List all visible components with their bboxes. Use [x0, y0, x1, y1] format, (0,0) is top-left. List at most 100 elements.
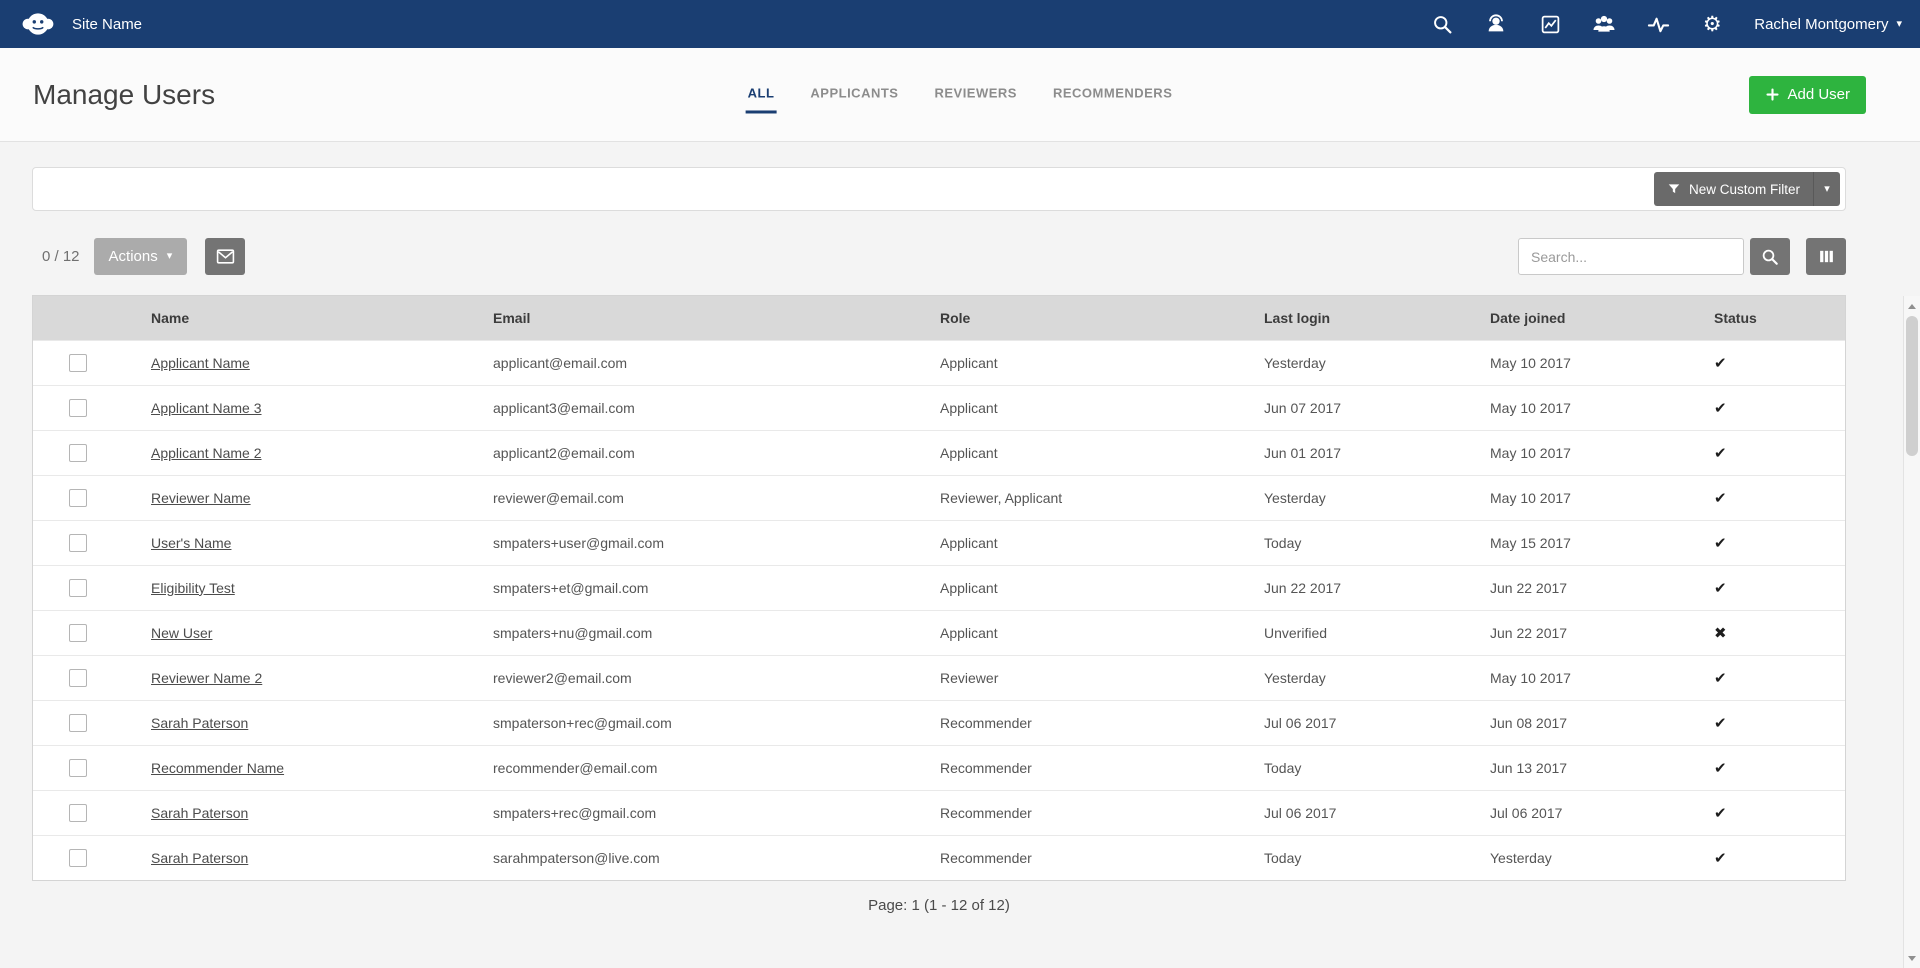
reports-icon[interactable]: [1538, 12, 1562, 36]
row-checkbox[interactable]: [69, 758, 87, 777]
table-row: Applicant Name 2 applicant2@email.com Ap…: [33, 430, 1845, 475]
row-checkbox[interactable]: [69, 803, 87, 822]
selection-count: 0 / 12: [42, 248, 80, 265]
row-checkbox[interactable]: [69, 668, 87, 687]
table-row: Applicant Name applicant@email.com Appli…: [33, 340, 1845, 385]
status-check-icon: ✔: [1714, 444, 1727, 462]
table-row: Sarah Paterson sarahmpaterson@live.com R…: [33, 835, 1845, 880]
search-button[interactable]: [1750, 238, 1790, 275]
last-login-cell: Jun 22 2017: [1264, 579, 1342, 596]
row-checkbox[interactable]: [69, 578, 87, 597]
scroll-up-arrow[interactable]: [1904, 298, 1920, 314]
date-joined-cell: May 15 2017: [1490, 534, 1571, 551]
select-all-header: [33, 296, 151, 340]
actions-button[interactable]: Actions ▾: [93, 238, 188, 275]
row-checkbox[interactable]: [69, 713, 87, 732]
vertical-scrollbar[interactable]: [1903, 296, 1920, 968]
date-joined-cell: May 10 2017: [1490, 669, 1571, 686]
role-cell: Reviewer: [940, 669, 999, 686]
row-checkbox[interactable]: [69, 623, 87, 642]
column-header-date-joined[interactable]: Date joined: [1490, 296, 1714, 340]
toolbar-right: [1518, 238, 1846, 275]
date-joined-cell: Jul 06 2017: [1490, 804, 1563, 821]
role-cell: Applicant: [940, 534, 998, 551]
tab-applicants[interactable]: APPLICANTS: [808, 85, 900, 113]
tab-reviewers[interactable]: REVIEWERS: [932, 85, 1019, 113]
role-cell: Recommender: [940, 714, 1032, 731]
settings-gear-icon[interactable]: ⚙: [1700, 12, 1724, 36]
user-name-link[interactable]: Recommender Name: [151, 760, 284, 776]
user-name-link[interactable]: New User: [151, 625, 212, 641]
scroll-down-arrow[interactable]: [1904, 950, 1920, 966]
search-icon[interactable]: [1430, 12, 1454, 36]
row-checkbox[interactable]: [69, 443, 87, 462]
page-header: Manage Users ALL APPLICANTS REVIEWERS RE…: [0, 48, 1920, 142]
user-name-link[interactable]: User's Name: [151, 535, 231, 551]
new-custom-filter-button[interactable]: New Custom Filter: [1654, 172, 1813, 206]
user-name-link[interactable]: Sarah Paterson: [151, 850, 248, 866]
last-login-cell: Yesterday: [1264, 669, 1326, 686]
date-joined-cell: May 10 2017: [1490, 399, 1571, 416]
role-cell: Reviewer, Applicant: [940, 489, 1063, 506]
column-header-email[interactable]: Email: [493, 296, 940, 340]
row-checkbox[interactable]: [69, 848, 87, 867]
chevron-down-icon: ▾: [1896, 17, 1902, 30]
row-checkbox[interactable]: [69, 353, 87, 372]
user-menu[interactable]: Rachel Montgomery ▾: [1754, 16, 1902, 33]
role-cell: Applicant: [940, 579, 998, 596]
status-check-icon: ✔: [1714, 489, 1727, 507]
support-icon[interactable]: [1484, 12, 1508, 36]
date-joined-cell: May 10 2017: [1490, 444, 1571, 461]
date-joined-cell: Jun 22 2017: [1490, 624, 1568, 641]
user-name-link[interactable]: Eligibility Test: [151, 580, 235, 596]
email-cell: applicant@email.com: [493, 354, 628, 371]
column-header-last-login[interactable]: Last login: [1264, 296, 1490, 340]
tabs: ALL APPLICANTS REVIEWERS RECOMMENDERS: [745, 85, 1175, 113]
status-check-icon: ✔: [1714, 804, 1727, 822]
tab-all[interactable]: ALL: [745, 85, 777, 113]
column-header-name[interactable]: Name: [151, 296, 493, 340]
email-cell: reviewer@email.com: [493, 489, 624, 506]
filter-bar[interactable]: New Custom Filter ▾: [32, 167, 1846, 211]
add-user-button[interactable]: Add User: [1749, 75, 1866, 114]
column-header-status[interactable]: Status: [1714, 296, 1845, 340]
role-cell: Recommender: [940, 759, 1032, 776]
last-login-cell: Yesterday: [1264, 489, 1326, 506]
role-cell: Recommender: [940, 849, 1032, 866]
user-name-link[interactable]: Sarah Paterson: [151, 805, 248, 821]
magnifier-icon: [1761, 248, 1779, 266]
date-joined-cell: Jun 22 2017: [1490, 579, 1568, 596]
table-row: Recommender Name recommender@email.com R…: [33, 745, 1845, 790]
table-row: Reviewer Name 2 reviewer2@email.com Revi…: [33, 655, 1845, 700]
row-checkbox[interactable]: [69, 398, 87, 417]
email-cell: smpaterson+rec@gmail.com: [493, 714, 672, 731]
row-checkbox[interactable]: [69, 533, 87, 552]
columns-button[interactable]: [1806, 238, 1846, 275]
users-group-icon[interactable]: [1592, 12, 1616, 36]
activity-icon[interactable]: [1646, 12, 1670, 36]
status-check-icon: ✔: [1714, 579, 1727, 597]
search-input[interactable]: [1518, 238, 1744, 275]
user-name-link[interactable]: Applicant Name: [151, 355, 250, 371]
email-cell: applicant2@email.com: [493, 444, 635, 461]
filter-dropdown-button[interactable]: ▾: [1813, 172, 1840, 206]
columns-icon: [1818, 248, 1835, 265]
row-checkbox[interactable]: [69, 488, 87, 507]
topbar-icons: ⚙: [1430, 12, 1724, 36]
table-row: Eligibility Test smpaters+et@gmail.com A…: [33, 565, 1845, 610]
user-name-link[interactable]: Reviewer Name 2: [151, 670, 262, 686]
last-login-cell: Today: [1264, 534, 1302, 551]
user-name-link[interactable]: Sarah Paterson: [151, 715, 248, 731]
envelope-icon: [216, 247, 235, 266]
scrollbar-thumb[interactable]: [1906, 316, 1918, 456]
last-login-cell: Jul 06 2017: [1264, 714, 1337, 731]
tab-recommenders[interactable]: RECOMMENDERS: [1051, 85, 1174, 113]
monkey-logo-icon[interactable]: [18, 4, 58, 44]
user-name-link[interactable]: Reviewer Name: [151, 490, 251, 506]
user-name-link[interactable]: Applicant Name 2: [151, 445, 262, 461]
column-header-role[interactable]: Role: [940, 296, 1264, 340]
user-name-link[interactable]: Applicant Name 3: [151, 400, 262, 416]
status-check-icon: ✔: [1714, 849, 1727, 867]
table-row: Applicant Name 3 applicant3@email.com Ap…: [33, 385, 1845, 430]
email-button[interactable]: [205, 238, 246, 275]
